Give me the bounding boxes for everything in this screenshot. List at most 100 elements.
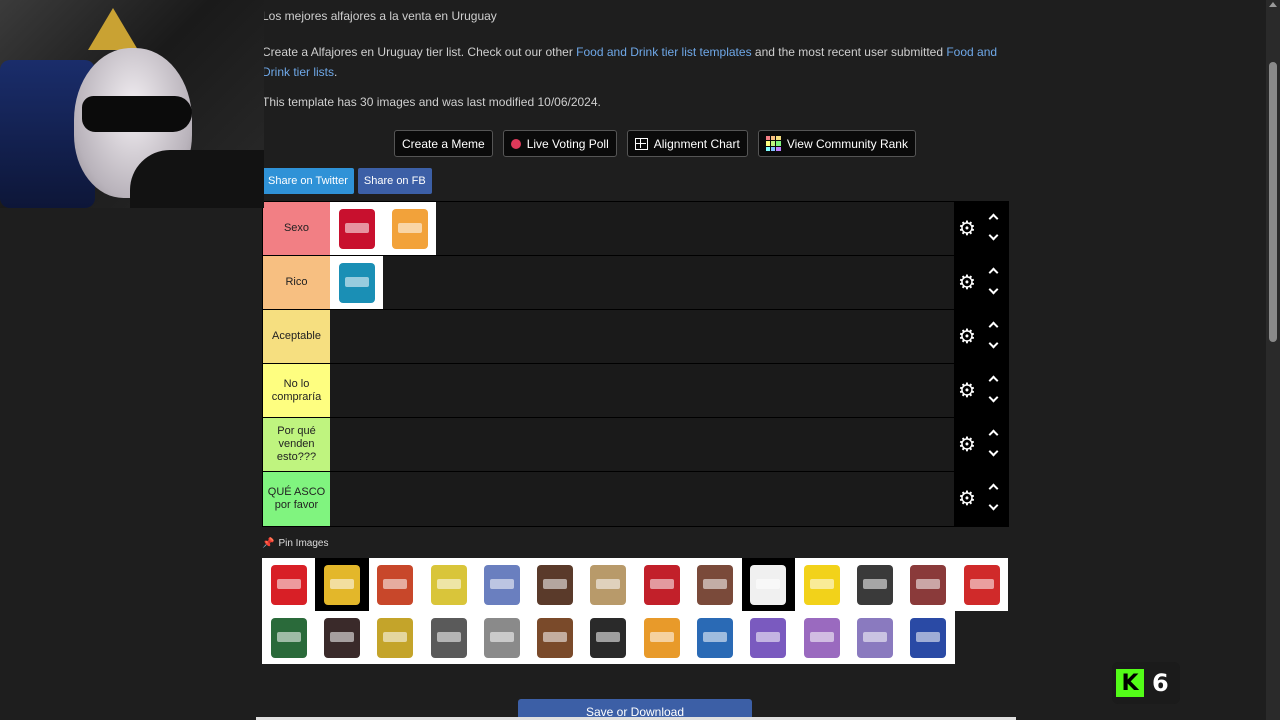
alfajor-image[interactable] — [794, 558, 849, 611]
alfajor-image[interactable] — [421, 611, 476, 664]
template-meta: This template has 30 images and was last… — [262, 95, 601, 109]
share-buttons: Share on Twitter Share on FB — [262, 168, 432, 194]
alfajor-image[interactable] — [848, 611, 902, 664]
webcam-overlay — [0, 0, 264, 208]
alfajor-image[interactable] — [688, 558, 742, 611]
move-tier-up-icon[interactable] — [988, 212, 998, 224]
alfajor-image[interactable] — [315, 611, 369, 664]
alfajor-image[interactable] — [262, 611, 316, 664]
gear-icon[interactable]: ⚙ — [958, 327, 976, 347]
tier-row: Aceptable ⚙ — [263, 310, 1008, 364]
alfajor-image[interactable] — [330, 256, 383, 309]
move-tier-down-icon[interactable] — [988, 338, 998, 350]
gear-icon[interactable]: ⚙ — [958, 219, 976, 239]
pin-images-toggle[interactable]: 📌 Pin Images — [262, 538, 328, 549]
create-meme-label: Create a Meme — [402, 136, 485, 151]
gear-icon[interactable]: ⚙ — [958, 435, 976, 455]
alfajor-image[interactable] — [421, 558, 476, 611]
tier-controls: ⚙ — [954, 472, 1008, 526]
grid-icon — [634, 137, 648, 150]
alfajor-image[interactable] — [368, 611, 422, 664]
webcam-sunglasses — [82, 96, 192, 132]
tier-label[interactable]: Rico — [263, 256, 330, 309]
alignment-chart-label: Alignment Chart — [653, 136, 740, 151]
kick-viewer-count: 6 — [1152, 669, 1169, 697]
move-tier-up-icon[interactable] — [988, 482, 998, 494]
alfajor-image[interactable] — [475, 558, 529, 611]
move-tier-down-icon[interactable] — [988, 230, 998, 242]
page-subtitle: Los mejores alfajores a la venta en Urug… — [262, 9, 497, 23]
tier-controls: ⚙ — [954, 364, 1008, 417]
alfajor-image[interactable] — [901, 611, 955, 664]
alfajor-image[interactable] — [368, 558, 422, 611]
tier-controls: ⚙ — [954, 202, 1008, 255]
alfajor-image[interactable] — [581, 558, 636, 611]
pin-images-label: Pin Images — [278, 538, 329, 549]
alfajor-image[interactable] — [848, 558, 902, 611]
kick-viewer-badge: K 6 — [1112, 662, 1180, 704]
alfajor-image[interactable] — [635, 558, 689, 611]
gear-icon[interactable]: ⚙ — [958, 489, 976, 509]
food-drink-templates-link[interactable]: Food and Drink tier list templates — [576, 45, 751, 59]
tier-label[interactable]: QUÉ ASCO por favor — [263, 472, 330, 526]
move-tier-up-icon[interactable] — [988, 266, 998, 278]
create-meme-button[interactable]: Create a Meme — [394, 130, 493, 157]
tier-items-dropzone[interactable] — [330, 364, 954, 417]
alfajor-image[interactable] — [315, 558, 369, 611]
alfajor-image[interactable] — [901, 558, 955, 611]
desc-text-1: Create a Alfajores en Uruguay tier list.… — [262, 45, 577, 59]
scrollbar-thumb[interactable] — [1269, 62, 1277, 342]
tier-label[interactable]: Sexo — [263, 202, 330, 255]
tier-label[interactable]: Aceptable — [263, 310, 330, 363]
alignment-chart-button[interactable]: Alignment Chart — [626, 130, 748, 157]
alfajor-image[interactable] — [635, 611, 689, 664]
live-voting-poll-button[interactable]: Live Voting Poll — [502, 130, 617, 157]
view-community-rank-button[interactable]: View Community Rank — [757, 130, 916, 157]
move-tier-down-icon[interactable] — [988, 392, 998, 404]
tier-controls: ⚙ — [954, 310, 1008, 363]
move-tier-up-icon[interactable] — [988, 320, 998, 332]
tier-items-dropzone[interactable] — [330, 310, 954, 363]
alfajor-image[interactable] — [688, 611, 742, 664]
alfajor-image[interactable] — [528, 611, 582, 664]
tier-label[interactable]: No lo compraría — [263, 364, 330, 417]
tier-row: Por qué venden esto??? ⚙ — [263, 418, 1008, 472]
tier-items-dropzone[interactable] — [330, 256, 954, 309]
move-tier-up-icon[interactable] — [988, 374, 998, 386]
tier-row: No lo compraría ⚙ — [263, 364, 1008, 418]
webcam-sign — [88, 8, 138, 50]
tier-row: Rico ⚙ — [263, 256, 1008, 310]
move-tier-down-icon[interactable] — [988, 284, 998, 296]
gear-icon[interactable]: ⚙ — [958, 381, 976, 401]
pin-icon: 📌 — [262, 538, 275, 549]
page-description: Create a Alfajores en Uruguay tier list.… — [262, 42, 1012, 82]
alfajor-image[interactable] — [741, 558, 795, 611]
alfajor-image[interactable] — [475, 611, 529, 664]
alfajor-image[interactable] — [528, 558, 582, 611]
alfajor-image[interactable] — [794, 611, 849, 664]
tier-items-dropzone[interactable] — [330, 418, 954, 471]
tier-label[interactable]: Por qué venden esto??? — [263, 418, 330, 471]
tier-items-dropzone[interactable] — [330, 202, 954, 255]
alfajor-image[interactable] — [330, 202, 383, 255]
alfajor-image[interactable] — [383, 202, 436, 255]
share-twitter-button[interactable]: Share on Twitter — [262, 168, 354, 194]
record-dot-icon — [510, 138, 521, 149]
alfajor-image[interactable] — [741, 611, 795, 664]
desc-text-3: . — [334, 65, 338, 79]
alfajor-image[interactable] — [954, 558, 1009, 611]
move-tier-down-icon[interactable] — [988, 500, 998, 512]
share-facebook-button[interactable]: Share on FB — [357, 168, 432, 194]
alfajor-image[interactable] — [581, 611, 636, 664]
move-tier-up-icon[interactable] — [988, 428, 998, 440]
scroll-up-arrow-icon[interactable] — [1269, 2, 1277, 7]
community-rank-label: View Community Rank — [786, 136, 908, 151]
page-scrollbar[interactable] — [1266, 0, 1280, 720]
gear-icon[interactable]: ⚙ — [958, 273, 976, 293]
tier-items-dropzone[interactable] — [330, 472, 954, 526]
color-grid-icon — [765, 136, 781, 151]
kick-logo-icon: K — [1116, 669, 1144, 697]
alfajor-image[interactable] — [262, 558, 316, 611]
webcam-shoulder — [130, 150, 264, 208]
move-tier-down-icon[interactable] — [988, 446, 998, 458]
